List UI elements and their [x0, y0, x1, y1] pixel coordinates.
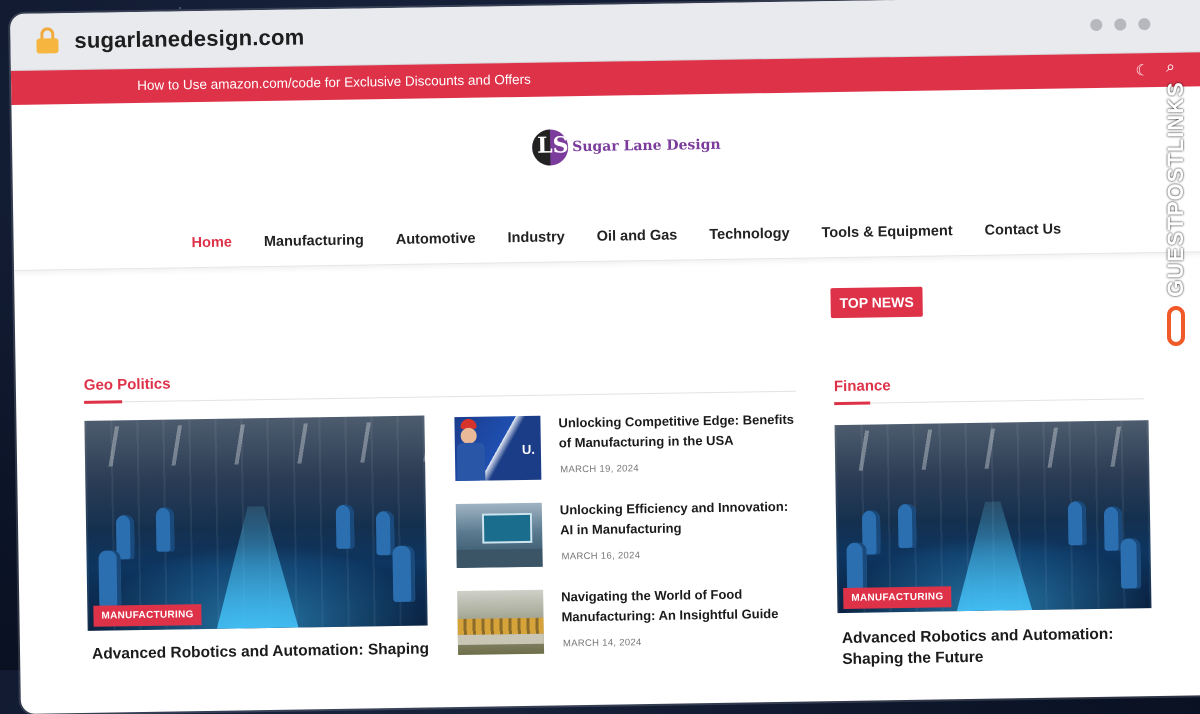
site-logo[interactable]: LS Sugar Lane Design	[531, 127, 721, 166]
section-divider	[834, 398, 1145, 405]
nav-item-automotive[interactable]: Automotive	[396, 231, 476, 248]
article-date: MARCH 14, 2024	[562, 637, 642, 650]
logo-mark: LS	[531, 129, 569, 166]
thumbnail-label: U.	[521, 441, 536, 458]
section-heading-finance[interactable]: Finance	[834, 377, 891, 395]
category-badge[interactable]: MANUFACTURING	[843, 586, 952, 609]
window-dot-3[interactable]	[1138, 18, 1151, 31]
article-thumbnail[interactable]: U.	[454, 415, 542, 482]
nav-item-contact-us[interactable]: Contact Us	[984, 222, 1061, 239]
main-navigation: Home Manufacturing Automotive Industry O…	[13, 195, 1200, 271]
featured-article-title[interactable]: Advanced Robotics and Automation: Shapin…	[92, 639, 432, 665]
nav-item-industry[interactable]: Industry	[507, 229, 564, 246]
nav-item-oil-and-gas[interactable]: Oil and Gas	[597, 228, 678, 245]
nav-item-manufacturing[interactable]: Manufacturing	[264, 232, 364, 250]
nav-item-technology[interactable]: Technology	[709, 226, 790, 243]
watermark-text: GUESTPOSTLINKS	[1163, 81, 1188, 297]
article-title[interactable]: Unlocking Competitive Edge: Benefits of …	[558, 410, 799, 453]
nav-item-home[interactable]: Home	[191, 235, 232, 252]
browser-window: sugarlanedesign.com How to Use amazon.co…	[10, 0, 1200, 714]
window-dot-2[interactable]	[1114, 18, 1127, 31]
nav-item-tools-equipment[interactable]: Tools & Equipment	[821, 223, 952, 241]
category-badge[interactable]: MANUFACTURING	[93, 604, 202, 627]
article-title[interactable]: Unlocking Efficiency and Innovation: AI …	[560, 497, 801, 540]
lock-icon	[36, 27, 59, 54]
link-icon	[1167, 306, 1185, 346]
url-text[interactable]: sugarlanedesign.com	[74, 24, 304, 54]
window-dot-1[interactable]	[1090, 18, 1103, 32]
moon-icon[interactable]: ☾	[1135, 61, 1149, 79]
finance-featured-title[interactable]: Advanced Robotics and Automation: Shapin…	[842, 624, 1143, 671]
featured-article-image[interactable]: MANUFACTURING	[84, 415, 428, 631]
article-title[interactable]: Navigating the World of Food Manufacturi…	[561, 584, 802, 627]
logo-mark-text: LS	[536, 132, 569, 159]
news-ticker-link[interactable]: How to Use amazon.com/code for Exclusive…	[137, 72, 531, 93]
window-controls	[1090, 18, 1151, 32]
section-heading-geo-politics[interactable]: Geo Politics	[84, 376, 171, 394]
top-news-button[interactable]: TOP NEWS	[830, 286, 923, 319]
section-accent-bar	[84, 400, 123, 404]
section-accent-bar	[834, 401, 871, 406]
section-divider	[84, 390, 797, 403]
article-date: MARCH 16, 2024	[561, 550, 641, 563]
article-thumbnail[interactable]	[455, 502, 543, 569]
finance-featured-image[interactable]: MANUFACTURING	[834, 420, 1152, 614]
article-thumbnail[interactable]	[457, 589, 545, 656]
guestpostlinks-watermark: GUESTPOSTLINKS	[1163, 56, 1192, 356]
logo-text: Sugar Lane Design	[572, 136, 721, 156]
article-date: MARCH 19, 2024	[560, 463, 639, 476]
